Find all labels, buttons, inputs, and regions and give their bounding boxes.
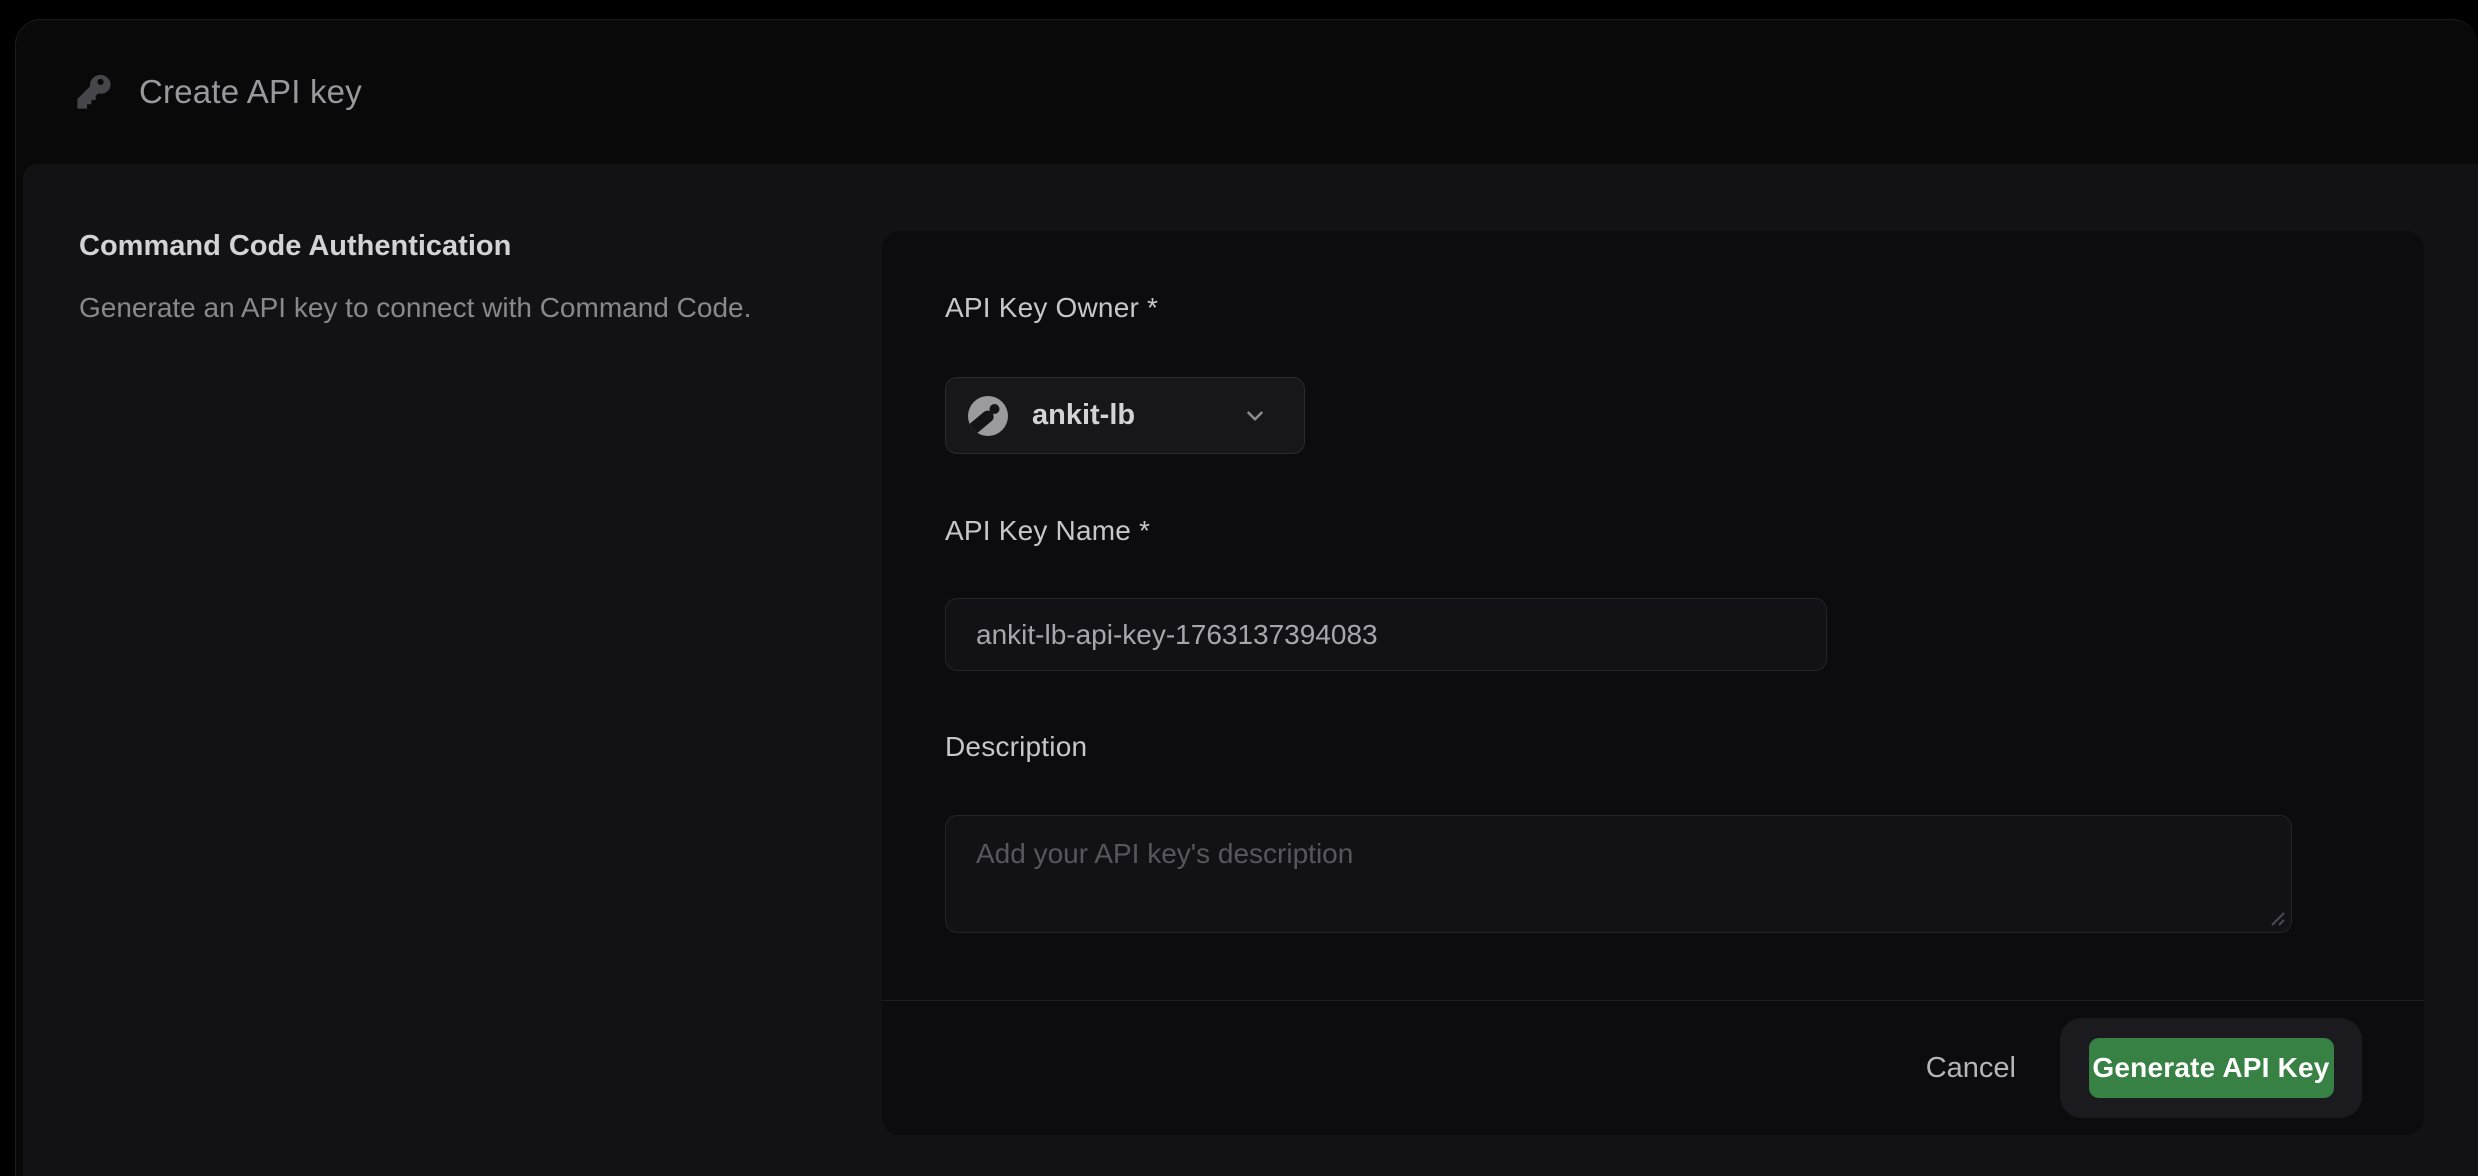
description-field-wrap — [945, 815, 2292, 933]
description-label: Description — [945, 731, 1087, 763]
section-subtitle: Generate an API key to connect with Comm… — [79, 292, 751, 324]
api-key-owner-dropdown[interactable]: ankit-lb — [945, 377, 1305, 454]
api-key-form-card: API Key Owner * ankit-lb API Key Name * — [882, 231, 2424, 1135]
content-area: Command Code Authentication Generate an … — [23, 164, 2478, 1176]
description-textarea[interactable] — [945, 815, 2292, 933]
avatar-icon — [968, 396, 1008, 436]
generate-api-key-button[interactable]: Generate API Key — [2089, 1038, 2334, 1098]
cancel-button[interactable]: Cancel — [1926, 1052, 2016, 1085]
key-icon — [73, 71, 115, 113]
api-key-name-input[interactable] — [945, 598, 1827, 671]
generate-button-wrapper: Generate API Key — [2060, 1018, 2362, 1118]
chevron-down-icon — [1242, 403, 1268, 429]
api-key-owner-value: ankit-lb — [1032, 399, 1135, 432]
api-key-name-label: API Key Name * — [945, 515, 1150, 547]
create-api-key-window: Create API key Command Code Authenticati… — [15, 19, 2478, 1176]
page-title: Create API key — [139, 73, 362, 111]
resize-handle-icon[interactable] — [2264, 905, 2286, 927]
section-heading: Command Code Authentication — [79, 230, 511, 263]
api-key-owner-label: API Key Owner * — [945, 292, 1158, 324]
form-footer: Cancel Generate API Key — [882, 1000, 2424, 1135]
window-header: Create API key — [16, 20, 2478, 164]
